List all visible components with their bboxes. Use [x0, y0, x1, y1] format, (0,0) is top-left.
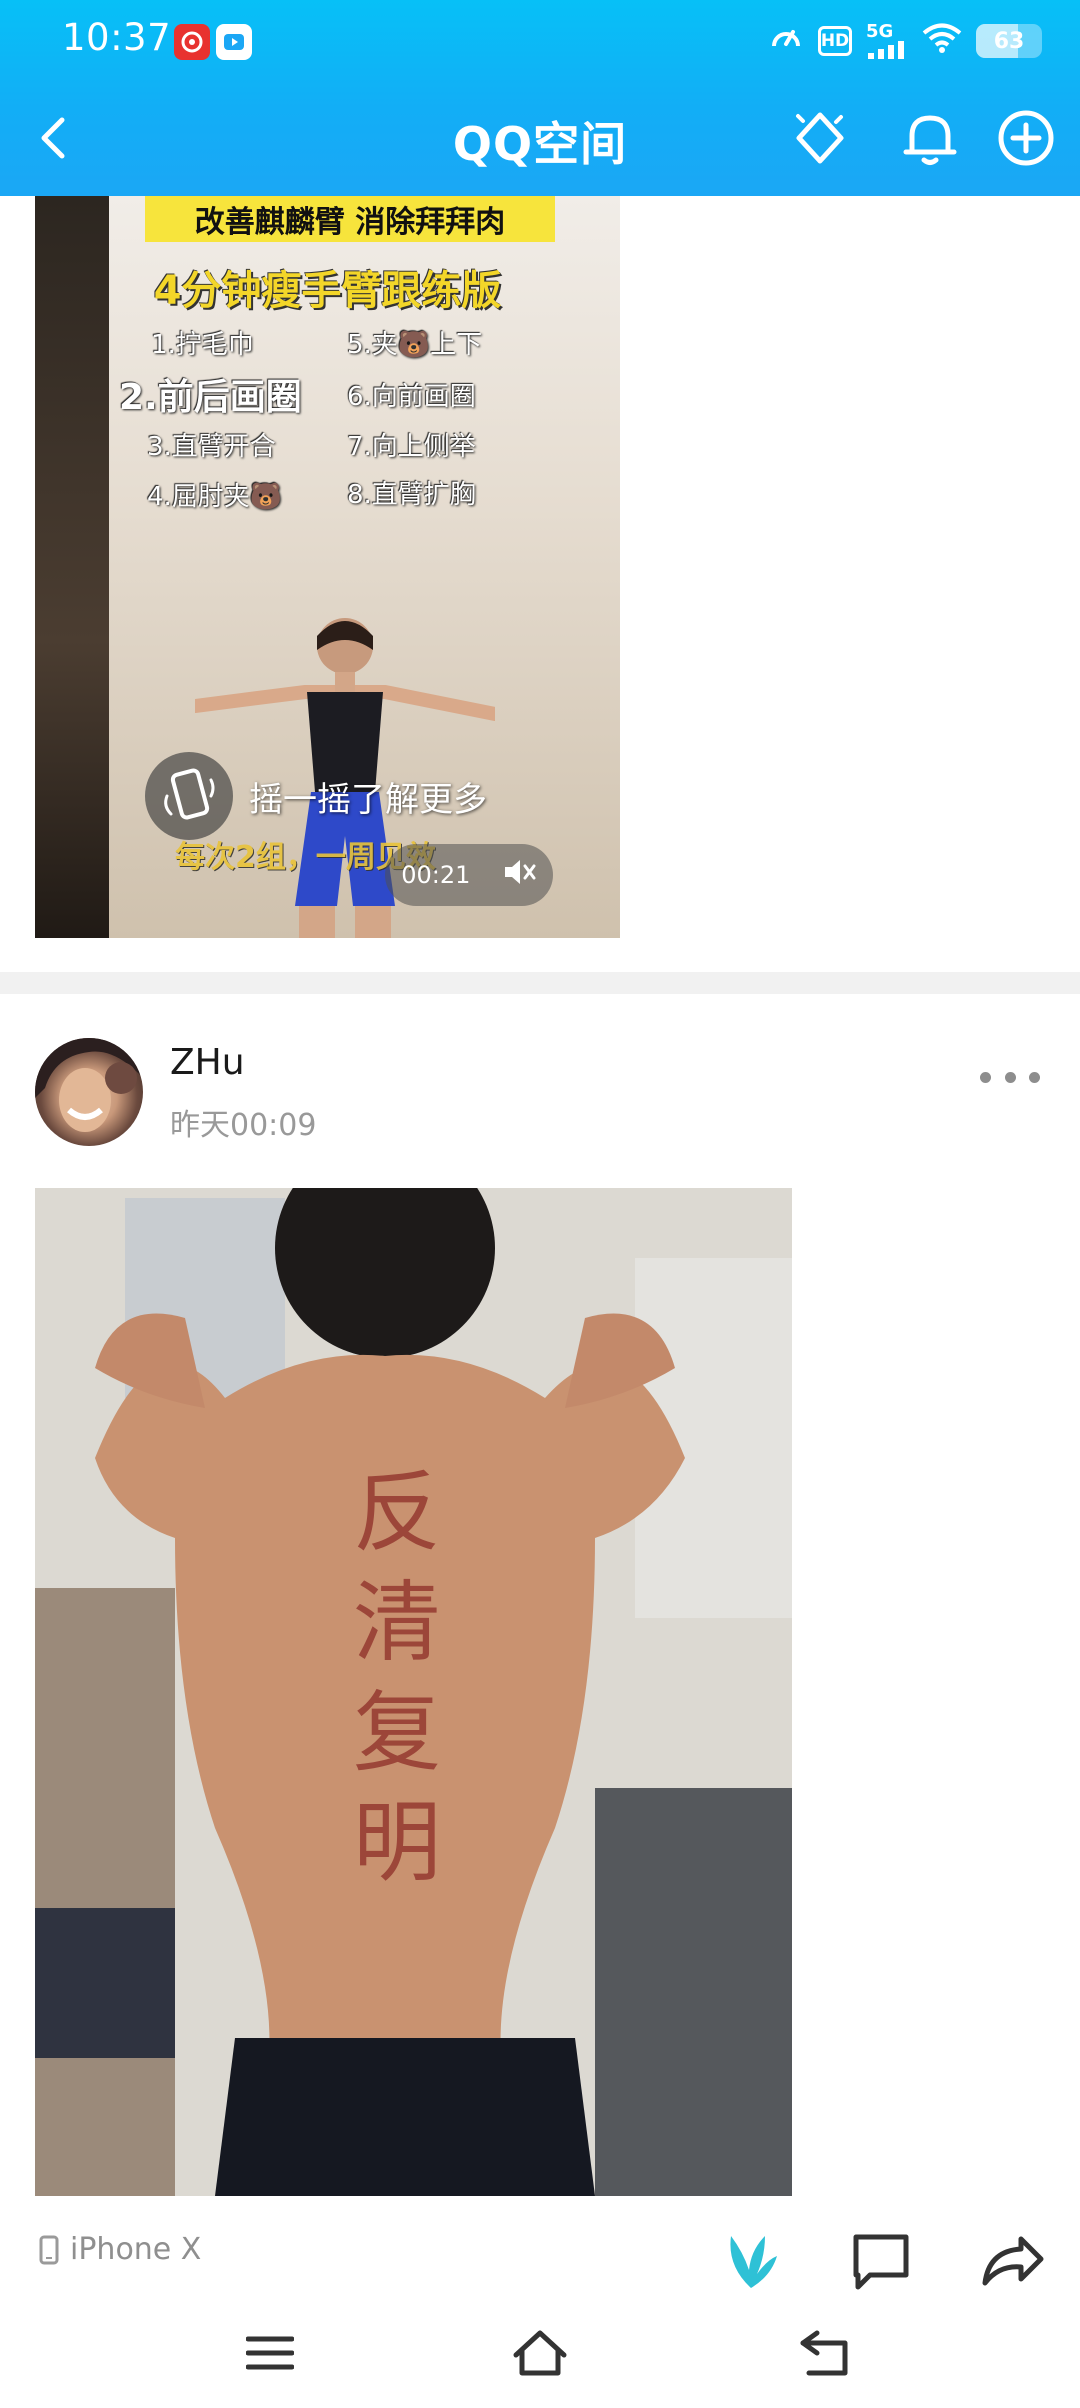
shake-text: 摇一摇了解更多	[249, 779, 487, 820]
share-arrow-icon	[982, 2236, 1044, 2286]
more-dot-icon	[1004, 1071, 1016, 1083]
video-step: 2.前后画圈	[119, 377, 302, 418]
netease-music-icon	[174, 24, 210, 60]
feed[interactable]: 改善麒麟臂 消除拜拜肉 4分钟瘦手臂跟练版 1.拧毛巾 2.前后画圈 3.直臂开…	[0, 196, 1080, 2408]
post-photo[interactable]: 反清复明	[35, 1188, 792, 2196]
more-dot-icon	[980, 1071, 991, 1083]
photo-back-writing: 反清复明	[353, 1461, 442, 1894]
home-button[interactable]	[500, 2318, 580, 2388]
status-right: HD 5G 63	[768, 20, 1042, 62]
video-step: 3.直臂开合	[147, 432, 276, 462]
recents-button[interactable]	[230, 2318, 310, 2388]
wings-like-icon	[730, 2236, 777, 2288]
menu-icon	[246, 2336, 294, 2370]
mute-icon[interactable]	[503, 857, 537, 893]
more-dot-icon	[1029, 1071, 1040, 1083]
back-nav-button[interactable]	[784, 2318, 864, 2388]
post-time: 昨天00:09	[170, 1108, 317, 1143]
shake-phone-icon	[145, 752, 233, 840]
battery-indicator: 63	[976, 24, 1042, 58]
system-nav-bar	[0, 2304, 1080, 2408]
video-controls[interactable]: 00:21	[385, 844, 553, 906]
more-options-button[interactable]	[980, 1062, 1040, 1092]
video-title: 4分钟瘦手臂跟练版	[153, 268, 502, 314]
video-duration: 00:21	[401, 861, 471, 889]
video-app-icon	[216, 24, 252, 60]
share-button[interactable]	[978, 2226, 1048, 2296]
cellular-signal-icon: 5G	[866, 23, 908, 59]
sparkle-diamond-icon	[796, 112, 844, 164]
wifi-icon	[922, 22, 962, 60]
video-step: 6.向前画圈	[347, 382, 476, 412]
plus-circle-icon	[998, 110, 1054, 166]
post-device: iPhone X	[38, 2232, 201, 2267]
app-header: 10:37 HD 5G 63 QQ空间	[0, 0, 1080, 196]
speed-icon	[768, 20, 804, 62]
post-username[interactable]: ZHu	[170, 1042, 245, 1083]
notification-button[interactable]	[898, 106, 962, 170]
shake-prompt[interactable]: 摇一摇了解更多	[145, 752, 575, 840]
status-time: 10:37	[62, 16, 172, 59]
like-button[interactable]	[716, 2226, 786, 2296]
video-banner: 改善麒麟臂 消除拜拜肉	[145, 196, 555, 242]
comment-button[interactable]	[846, 2226, 916, 2296]
post-divider	[0, 972, 1080, 994]
video-step: 4.屈肘夹🐻	[147, 482, 283, 512]
home-icon	[513, 2330, 567, 2376]
avatar[interactable]	[35, 1038, 143, 1146]
video-step: 5.夹🐻上下	[347, 330, 483, 360]
device-name: iPhone X	[70, 2232, 202, 2267]
bell-icon	[903, 115, 957, 165]
return-icon	[800, 2330, 848, 2376]
special-feature-button[interactable]	[788, 106, 852, 170]
battery-level: 63	[993, 28, 1025, 54]
video-step: 8.直臂扩胸	[347, 480, 476, 510]
video-ad[interactable]: 改善麒麟臂 消除拜拜肉 4分钟瘦手臂跟练版 1.拧毛巾 2.前后画圈 3.直臂开…	[35, 196, 620, 938]
video-step: 1.拧毛巾	[151, 330, 254, 360]
phone-icon	[39, 2235, 59, 2264]
video-step: 7.向上侧举	[347, 432, 476, 462]
network-type: 5G	[866, 21, 894, 42]
avatar-image	[35, 1038, 143, 1132]
comment-icon	[853, 2234, 909, 2290]
add-post-button[interactable]	[994, 106, 1058, 170]
hd-icon: HD	[818, 26, 852, 56]
